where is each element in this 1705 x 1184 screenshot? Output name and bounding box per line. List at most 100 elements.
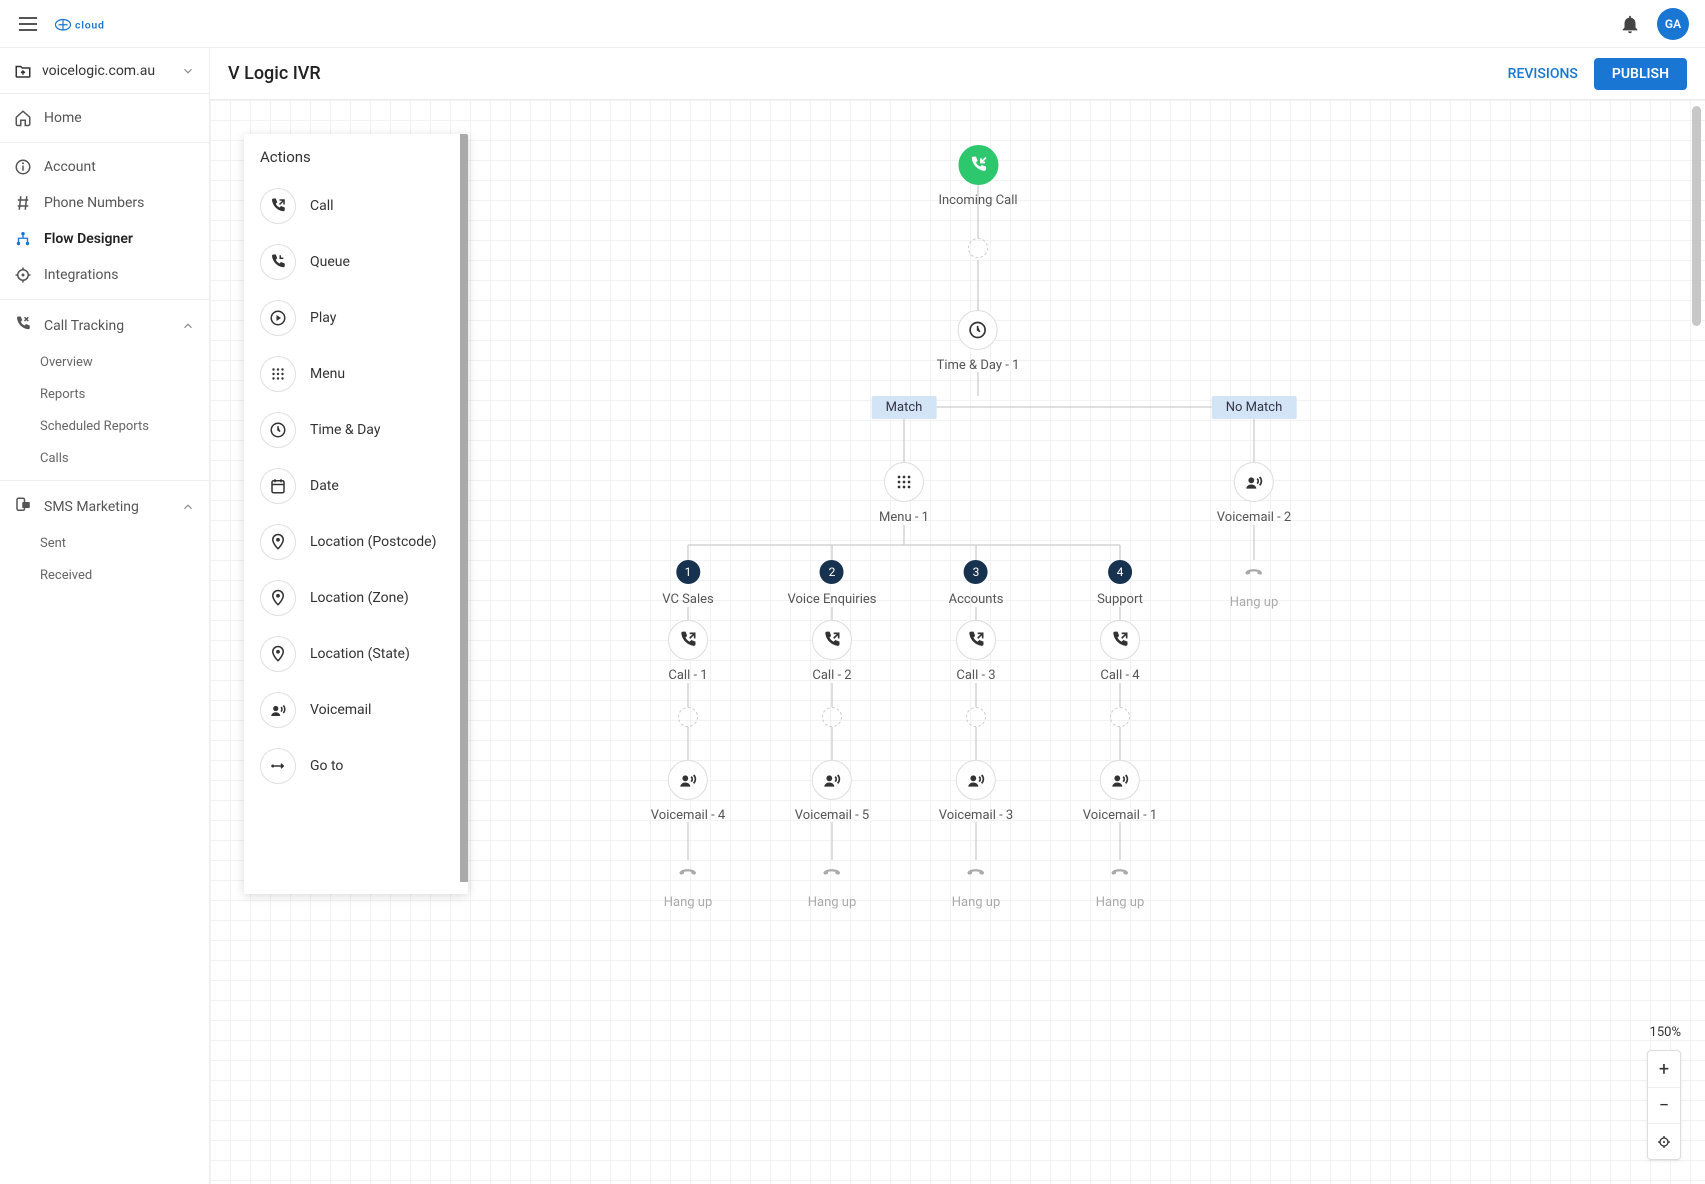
action-goto[interactable]: Go to	[244, 738, 468, 794]
flow-slot[interactable]	[678, 707, 698, 727]
call-icon	[260, 188, 296, 224]
sidebar-item-home[interactable]: Home	[0, 100, 209, 136]
sidebar-item-numbers[interactable]: Phone Numbers	[0, 185, 209, 221]
flow-icon	[14, 230, 32, 248]
sidebar-sub-calls[interactable]: Calls	[0, 442, 209, 474]
voicemail-icon	[956, 760, 996, 800]
call-icon	[668, 620, 708, 660]
sidebar-item-integrations[interactable]: Integrations	[0, 257, 209, 293]
action-voicemail[interactable]: Voicemail	[244, 682, 468, 738]
node-call[interactable]: Call - 4	[1100, 620, 1140, 683]
home-icon	[14, 109, 32, 127]
sidebar-item-label: Flow Designer	[44, 231, 133, 247]
voicemail-icon	[1100, 760, 1140, 800]
logo[interactable]: cloud	[54, 13, 144, 35]
sidebar-item-flowdesigner[interactable]: Flow Designer	[0, 221, 209, 257]
chip-nomatch: No Match	[1212, 396, 1297, 419]
node-incoming[interactable]: Incoming Call	[938, 145, 1017, 208]
node-voicemail[interactable]: Voicemail - 5	[795, 760, 869, 823]
publish-button[interactable]: PUBLISH	[1594, 58, 1687, 90]
node-label: Incoming Call	[938, 193, 1017, 208]
sidebar-group-sms[interactable]: SMS Marketing	[0, 487, 209, 527]
node-menu[interactable]: Menu - 1	[879, 462, 929, 525]
pin-icon	[260, 524, 296, 560]
menu-toggle[interactable]	[16, 12, 40, 36]
domain-label: voicelogic.com.au	[42, 63, 171, 79]
action-loc-postcode[interactable]: Location (Postcode)	[244, 514, 468, 570]
node-label: Voicemail - 5	[795, 808, 869, 823]
num-badge: 4	[1108, 560, 1132, 584]
node-label: Call - 1	[668, 668, 707, 683]
action-menu[interactable]: Menu	[244, 346, 468, 402]
canvas[interactable]: Actions Call Queue Play Menu Time & Day …	[210, 100, 1705, 1184]
action-label: Voicemail	[310, 702, 371, 718]
node-voicemail[interactable]: Voicemail - 3	[939, 760, 1013, 823]
node-call[interactable]: Call - 1	[668, 620, 708, 683]
notifications-icon[interactable]	[1619, 13, 1641, 35]
node-hangup[interactable]: Hang up	[1096, 860, 1145, 910]
action-play[interactable]: Play	[244, 290, 468, 346]
scrollbar[interactable]	[1692, 106, 1701, 326]
branch-name: Accounts	[949, 592, 1004, 607]
sidebar-item-account[interactable]: Account	[0, 149, 209, 185]
action-loc-zone[interactable]: Location (Zone)	[244, 570, 468, 626]
chevron-down-icon	[181, 64, 195, 78]
sidebar-sub-scheduled[interactable]: Scheduled Reports	[0, 410, 209, 442]
avatar[interactable]: GA	[1657, 8, 1689, 40]
branch-num[interactable]: 2Voice Enquiries	[788, 560, 877, 607]
node-hangup[interactable]: Hang up	[664, 860, 713, 910]
node-voicemail[interactable]: Voicemail - 1	[1083, 760, 1157, 823]
sidebar-sub-received[interactable]: Received	[0, 559, 209, 591]
action-label: Play	[310, 310, 336, 326]
node-label: Voicemail - 3	[939, 808, 1013, 823]
node-hangup[interactable]: Hang up	[952, 860, 1001, 910]
sidebar-group-calltracking[interactable]: Call Tracking	[0, 306, 209, 346]
sidebar-group-label: SMS Marketing	[44, 499, 169, 515]
menu-icon	[884, 462, 924, 502]
calltracking-icon	[14, 315, 32, 333]
branch-num[interactable]: 4 Support	[1097, 560, 1143, 607]
sidebar-item-label: Phone Numbers	[44, 195, 144, 211]
action-timeday[interactable]: Time & Day	[244, 402, 468, 458]
node-label: Hang up	[952, 895, 1001, 910]
node-hangup-r[interactable]: Hang up	[1230, 560, 1279, 610]
node-call[interactable]: Call - 3	[956, 620, 996, 683]
zoom-in-button[interactable]: +	[1648, 1051, 1680, 1087]
flow-slot[interactable]	[966, 707, 986, 727]
sidebar-sub-sent[interactable]: Sent	[0, 527, 209, 559]
actions-panel: Actions Call Queue Play Menu Time & Day …	[244, 134, 468, 894]
zoom-out-button[interactable]: −	[1648, 1087, 1680, 1123]
hangup-icon	[965, 860, 987, 887]
action-date[interactable]: Date	[244, 458, 468, 514]
action-call[interactable]: Call	[244, 178, 468, 234]
branch-num[interactable]: 1VC Sales	[662, 560, 713, 607]
branch-num[interactable]: 3Accounts	[949, 560, 1004, 607]
node-voicemail2[interactable]: Voicemail - 2	[1217, 462, 1291, 525]
action-label: Go to	[310, 758, 343, 774]
node-timeday[interactable]: Time & Day - 1	[937, 310, 1020, 373]
sms-icon	[14, 496, 32, 514]
sidebar-sub-overview[interactable]: Overview	[0, 346, 209, 378]
flow-slot[interactable]	[1110, 707, 1130, 727]
node-label: Voicemail - 2	[1217, 510, 1291, 525]
node-voicemail[interactable]: Voicemail - 4	[651, 760, 725, 823]
sidebar: voicelogic.com.au Home Account Phone Num…	[0, 48, 210, 1184]
page-title: V Logic IVR	[228, 63, 321, 84]
target-icon	[14, 266, 32, 284]
node-call[interactable]: Call - 2	[812, 620, 852, 683]
flow-slot[interactable]	[822, 707, 842, 727]
revisions-button[interactable]: REVISIONS	[1508, 66, 1578, 82]
panel-scrollbar[interactable]	[460, 134, 468, 882]
branch-name: Support	[1097, 592, 1143, 607]
node-hangup[interactable]: Hang up	[808, 860, 857, 910]
hangup-icon	[1243, 560, 1265, 587]
flow-slot[interactable]	[968, 238, 988, 258]
domain-selector[interactable]: voicelogic.com.au	[0, 48, 209, 94]
voicemail-icon	[668, 760, 708, 800]
sidebar-sub-reports[interactable]: Reports	[0, 378, 209, 410]
pin-icon	[260, 636, 296, 672]
action-queue[interactable]: Queue	[244, 234, 468, 290]
incoming-icon	[958, 145, 998, 185]
action-loc-state[interactable]: Location (State)	[244, 626, 468, 682]
zoom-center-button[interactable]	[1648, 1123, 1680, 1159]
